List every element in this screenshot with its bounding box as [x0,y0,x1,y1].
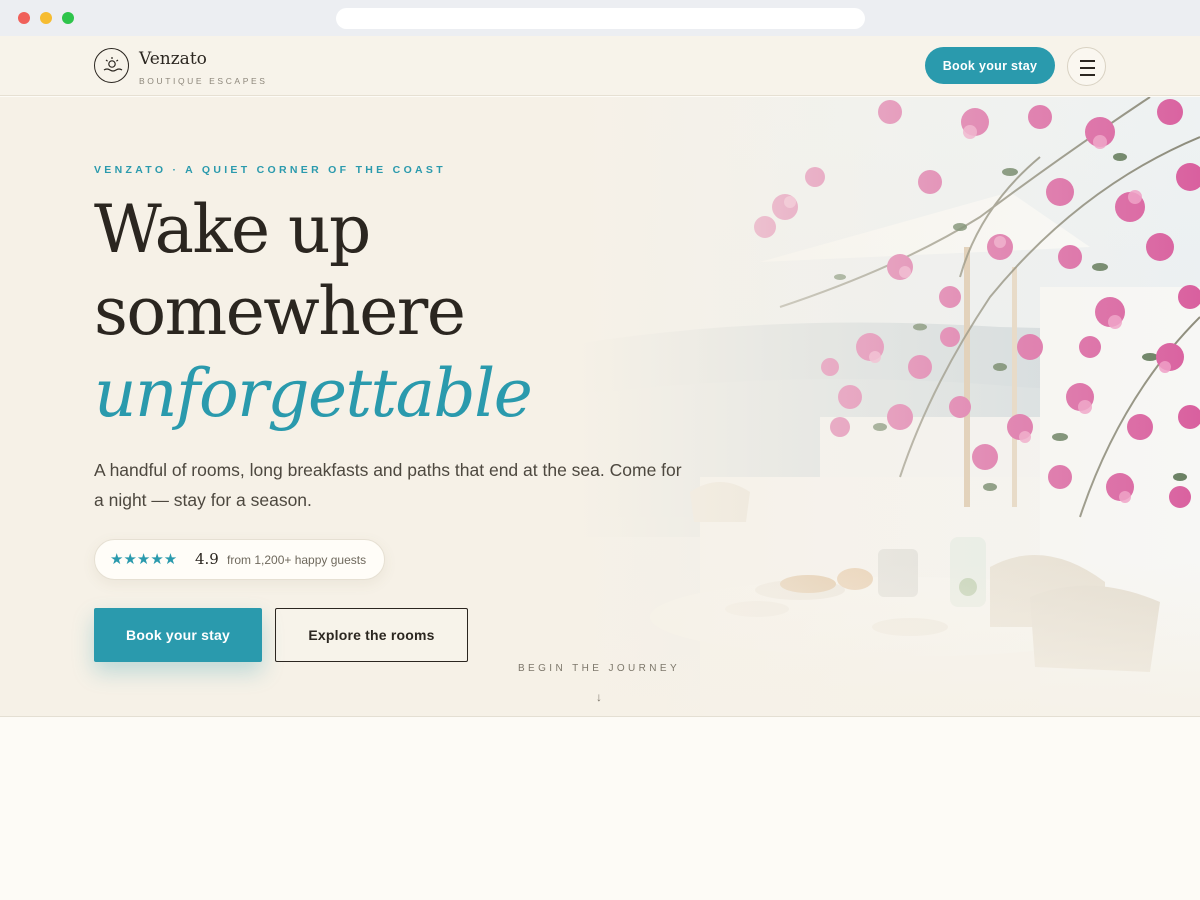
brand-name[interactable]: Venzato [139,49,207,69]
rating-score: 4.9 [195,550,219,568]
hero-eyebrow: VENZATO · A QUIET CORNER OF THE COAST [94,164,446,176]
window-close-button[interactable] [18,12,30,24]
headline-line-2: somewhere [94,273,466,350]
address-bar[interactable] [336,8,865,29]
window-maximize-button[interactable] [62,12,74,24]
hero-lead-text: A handful of rooms, long breakfasts and … [94,460,682,510]
header-book-button[interactable]: Book your stay [925,47,1055,84]
brand-tagline: BOUTIQUE ESCAPES [139,76,268,86]
arrow-down-icon[interactable]: ↓ [0,690,1198,704]
hero-section: VENZATO · A QUIET CORNER OF THE COAST Wa… [0,97,1200,717]
star-rating-icon: ★★★★★ [110,551,178,568]
explore-rooms-button[interactable]: Explore the rooms [275,608,468,662]
scroll-hint[interactable]: BEGIN THE JOURNEY [0,663,1198,674]
hero-headline: Wake up somewhere unforgettable [94,189,533,435]
headline-accent: unforgettable [94,355,533,432]
site-header: Venzato BOUTIQUE ESCAPES Book your stay [0,36,1200,96]
browser-chrome [0,0,1200,36]
rating-badge: ★★★★★ 4.9 from 1,200+ happy guests [94,539,385,580]
window-minimize-button[interactable] [40,12,52,24]
sun-wave-logo-icon[interactable] [94,48,129,83]
headline-line-1: Wake up [94,191,371,268]
book-stay-button[interactable]: Book your stay [94,608,262,662]
rating-caption: from 1,200+ happy guests [227,553,367,567]
hamburger-menu-icon[interactable] [1067,47,1106,86]
